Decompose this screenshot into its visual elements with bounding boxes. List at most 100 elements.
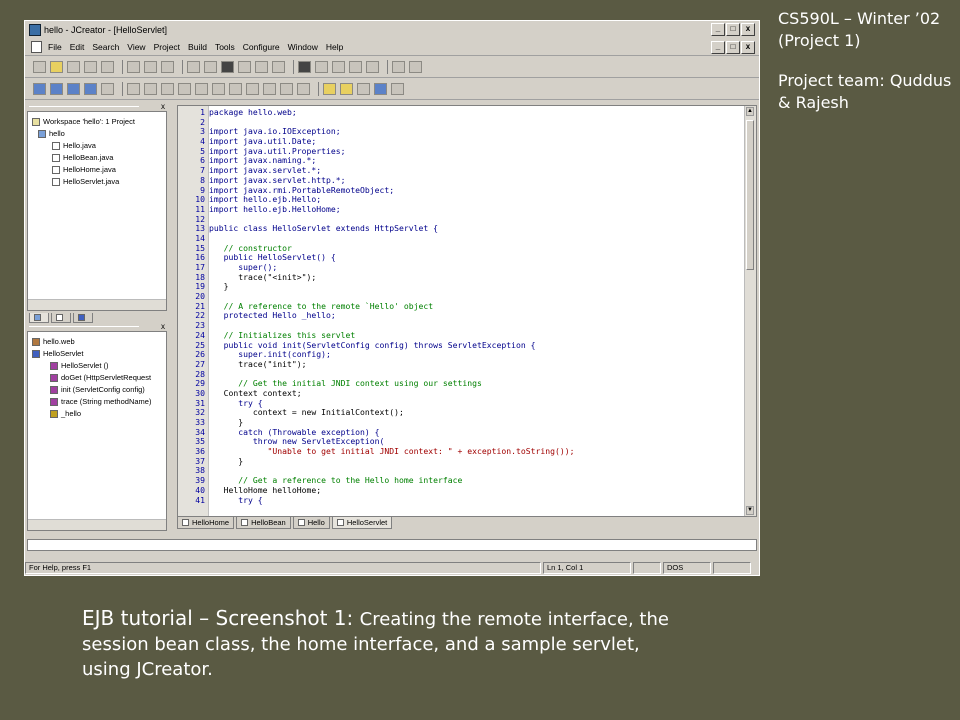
code-line[interactable]: 13 public class HelloServlet extends Http…: [178, 224, 738, 234]
wizard-icon[interactable]: [280, 83, 293, 95]
compile-icon[interactable]: [238, 61, 251, 73]
tree-node-file[interactable]: HelloServlet.java: [32, 176, 135, 188]
document-icon[interactable]: [31, 41, 42, 53]
code-line[interactable]: 18 trace("<init>");: [178, 272, 738, 283]
class-view-icon[interactable]: [67, 83, 80, 95]
horizontal-scrollbar[interactable]: [28, 519, 166, 530]
undo-icon[interactable]: [187, 61, 200, 73]
child-close-button[interactable]: x: [741, 41, 755, 54]
uncomment-icon[interactable]: [178, 83, 191, 95]
indent-icon[interactable]: [127, 83, 140, 95]
tab-helloservlet[interactable]: HelloServlet: [331, 517, 393, 529]
panel-close-icon[interactable]: x: [161, 103, 165, 111]
new-method-icon[interactable]: [340, 83, 353, 95]
menu-project[interactable]: Project: [154, 42, 180, 52]
code-line[interactable]: 41 try {: [178, 495, 738, 506]
tree-node-member[interactable]: _hello: [32, 408, 151, 420]
code-line[interactable]: 37 }: [178, 456, 738, 467]
code-line[interactable]: 1 package hello.web;: [178, 107, 738, 118]
cut-icon[interactable]: [127, 61, 140, 73]
horizontal-scrollbar[interactable]: [28, 299, 166, 310]
bookmark-icon[interactable]: [366, 61, 379, 73]
scroll-thumb[interactable]: [746, 120, 754, 270]
dropdown-arrow-icon[interactable]: [409, 61, 422, 73]
output-panel[interactable]: [27, 539, 757, 551]
comment-icon[interactable]: [161, 83, 174, 95]
tree-node-project[interactable]: hello: [32, 128, 135, 140]
tree-node-member[interactable]: init (ServletConfig config): [32, 384, 151, 396]
jdk-icon[interactable]: [374, 83, 387, 95]
clear-bookmarks-icon[interactable]: [246, 83, 259, 95]
code-line[interactable]: 22 protected Hello _hello;: [178, 311, 738, 321]
tree-node-member[interactable]: trace (String methodName): [32, 396, 151, 408]
copy-icon[interactable]: [144, 61, 157, 73]
save-icon[interactable]: [67, 61, 80, 73]
new-file-icon[interactable]: [33, 61, 46, 73]
menu-build[interactable]: Build: [188, 42, 207, 52]
scroll-up-icon[interactable]: ▲: [746, 107, 754, 116]
open-icon[interactable]: [50, 61, 63, 73]
code-line[interactable]: 32 context = new InitialContext();: [178, 408, 738, 418]
find-icon[interactable]: [298, 61, 311, 73]
close-button[interactable]: x: [741, 23, 755, 36]
tab-hello[interactable]: Hello: [292, 517, 330, 529]
execute-icon[interactable]: [255, 61, 268, 73]
maximize-button[interactable]: □: [726, 23, 740, 36]
code-line[interactable]: 19 }: [178, 282, 738, 292]
menu-view[interactable]: View: [127, 42, 145, 52]
code-editor[interactable]: 1 package hello.web; 2 3 import java.io.IOEx…: [177, 105, 757, 517]
print-icon[interactable]: [101, 61, 114, 73]
replace-icon[interactable]: [349, 61, 362, 73]
code-line[interactable]: 11 import hello.ejb.HelloHome;: [178, 204, 738, 215]
prev-bookmark-icon[interactable]: [229, 83, 242, 95]
workspace-view-icon[interactable]: [33, 83, 46, 95]
menu-search[interactable]: Search: [92, 42, 119, 52]
tab-class-view[interactable]: [73, 313, 93, 323]
pen-icon[interactable]: [391, 83, 404, 95]
child-maximize-button[interactable]: □: [726, 41, 740, 54]
menu-configure[interactable]: Configure: [243, 42, 280, 52]
tree-node-file[interactable]: HelloHome.java: [32, 164, 135, 176]
scroll-down-icon[interactable]: ▼: [746, 506, 754, 515]
window-list-icon[interactable]: [101, 83, 114, 95]
code-line[interactable]: 36 "Unable to get initial JNDI context: …: [178, 446, 738, 457]
tab-hellohome[interactable]: HelloHome: [177, 517, 235, 529]
child-minimize-button[interactable]: _: [711, 41, 725, 54]
tree-node-workspace[interactable]: Workspace 'hello': 1 Project: [32, 116, 135, 128]
menu-window[interactable]: Window: [288, 42, 318, 52]
match-case-icon[interactable]: [392, 61, 405, 73]
title-bar[interactable]: hello - JCreator - [HelloServlet] _ □ x: [25, 21, 759, 38]
tab-package-view[interactable]: [51, 313, 71, 323]
new-class-icon[interactable]: [323, 83, 336, 95]
menu-file[interactable]: File: [48, 42, 62, 52]
tools-icon[interactable]: [297, 83, 310, 95]
redo-icon[interactable]: [204, 61, 217, 73]
menu-tools[interactable]: Tools: [215, 42, 235, 52]
tree-node-file[interactable]: HelloBean.java: [32, 152, 135, 164]
menu-edit[interactable]: Edit: [70, 42, 85, 52]
find-next-icon[interactable]: [315, 61, 328, 73]
save-all-icon[interactable]: [84, 61, 97, 73]
options-icon[interactable]: [357, 83, 370, 95]
goto-icon[interactable]: [263, 83, 276, 95]
tree-node-package[interactable]: hello.web: [32, 336, 151, 348]
next-bookmark-icon[interactable]: [212, 83, 225, 95]
tree-node-member[interactable]: HelloServlet (): [32, 360, 151, 372]
menu-help[interactable]: Help: [326, 42, 343, 52]
build-icon[interactable]: [221, 61, 234, 73]
panel-close-icon[interactable]: x: [161, 323, 165, 331]
stop-icon[interactable]: [272, 61, 285, 73]
tree-node-member[interactable]: doGet (HttpServletRequest: [32, 372, 151, 384]
toggle-bookmark-icon[interactable]: [195, 83, 208, 95]
tree-node-class[interactable]: HelloServlet: [32, 348, 151, 360]
code-line[interactable]: 27 trace("init");: [178, 359, 738, 370]
output-view-icon[interactable]: [50, 83, 63, 95]
tab-file-view[interactable]: [29, 313, 49, 323]
full-screen-icon[interactable]: [84, 83, 97, 95]
minimize-button[interactable]: _: [711, 23, 725, 36]
tab-hellobean[interactable]: HelloBean: [236, 517, 291, 529]
vertical-scrollbar[interactable]: ▲ ▼: [744, 106, 756, 516]
find-in-files-icon[interactable]: [332, 61, 345, 73]
paste-icon[interactable]: [161, 61, 174, 73]
unindent-icon[interactable]: [144, 83, 157, 95]
